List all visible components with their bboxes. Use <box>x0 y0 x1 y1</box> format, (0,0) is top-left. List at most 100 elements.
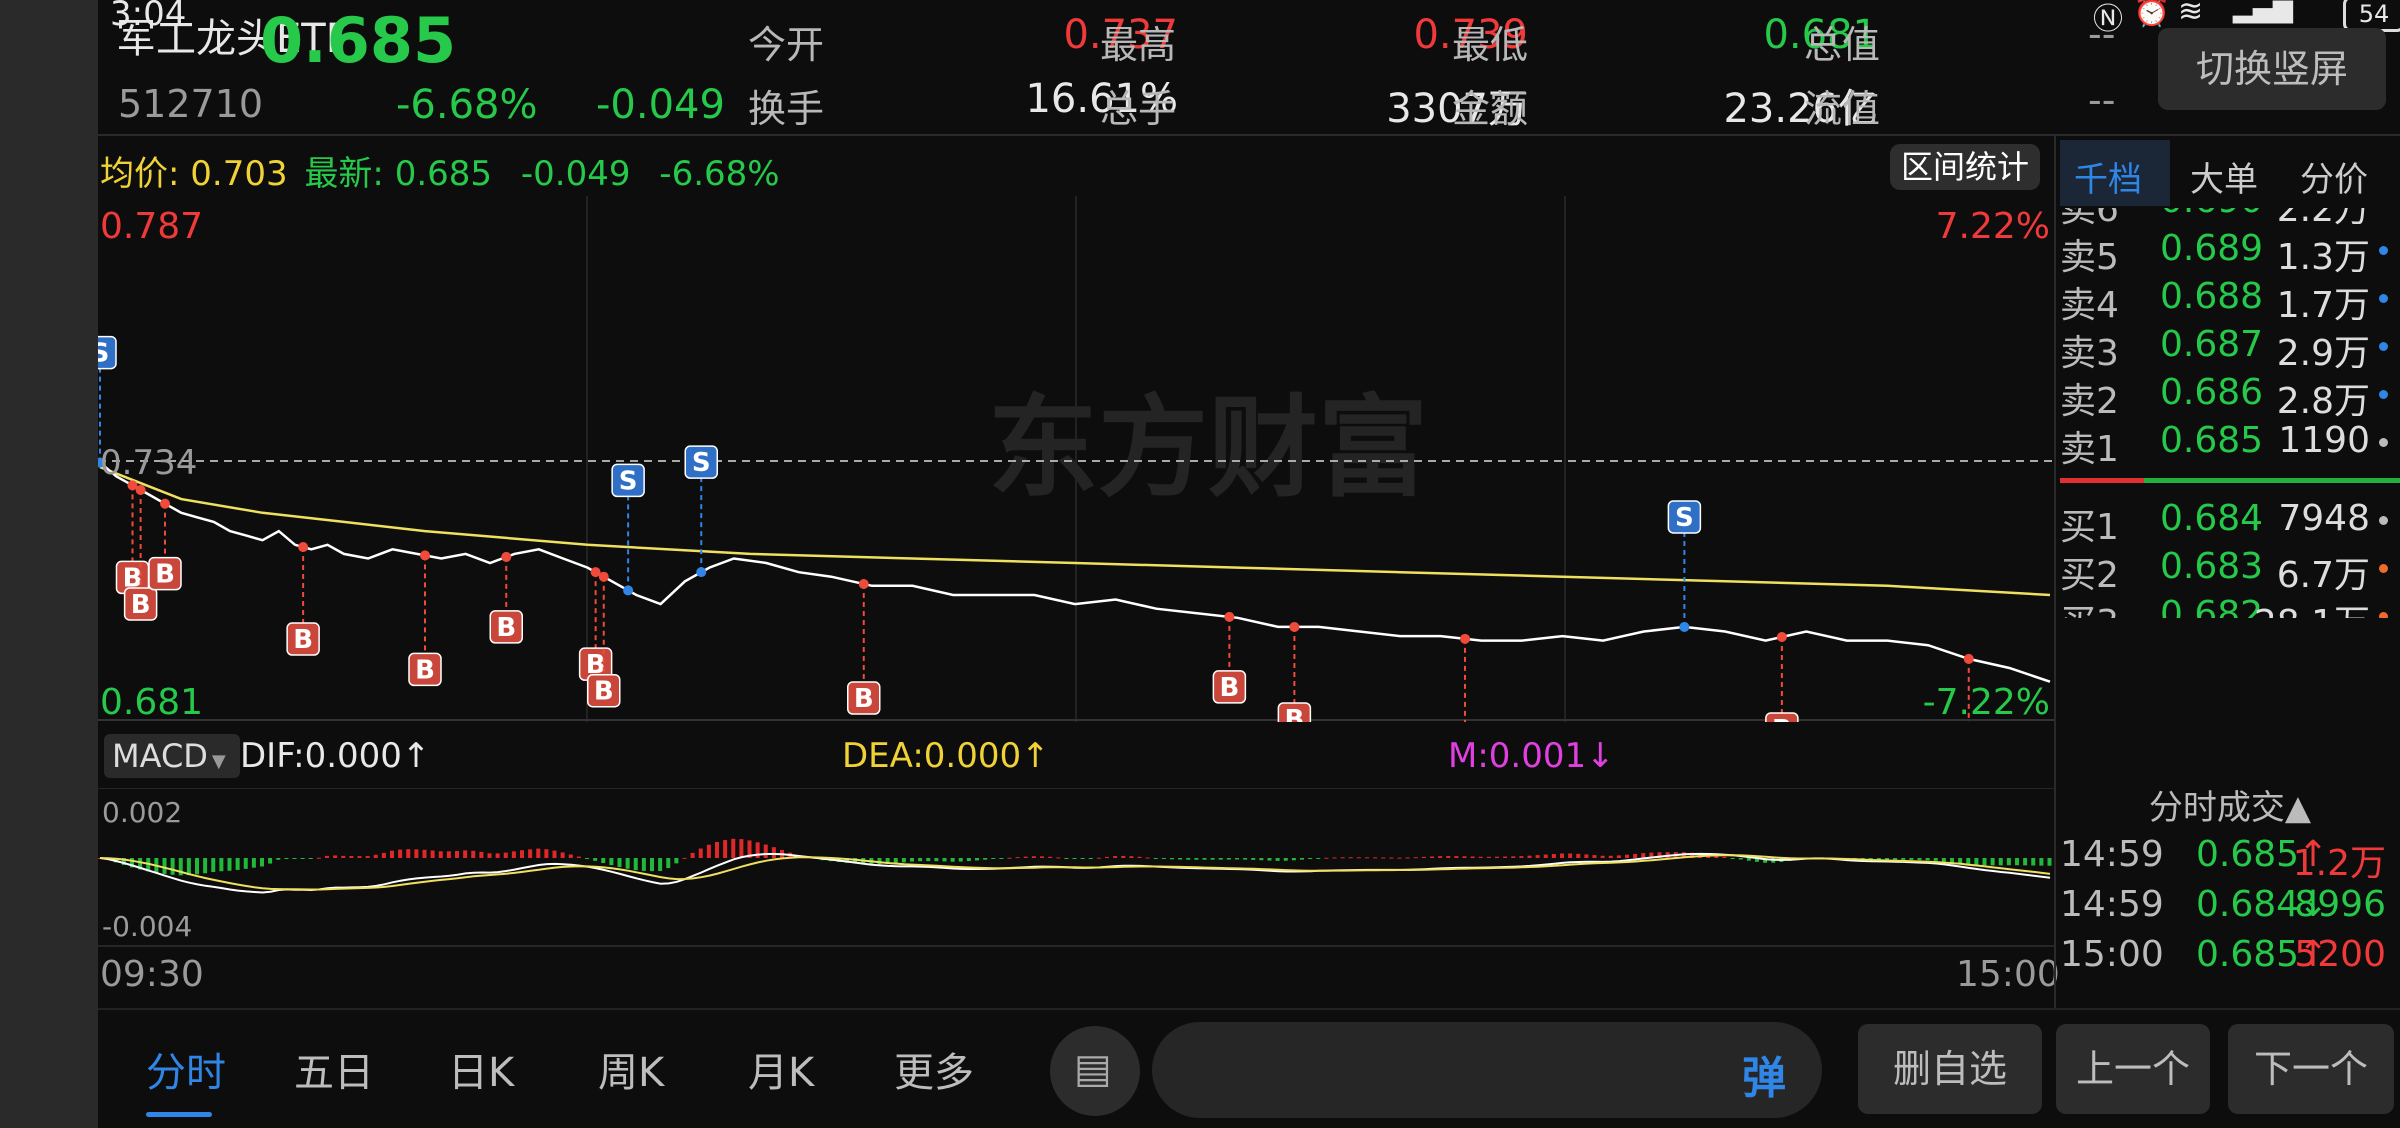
macd-bar <box>975 858 979 861</box>
switch-portrait-button[interactable]: 切换竖屏 <box>2158 28 2386 110</box>
bid-row[interactable]: 买3 0.68228.1万 <box>2060 594 2390 618</box>
macd-bar <box>1226 858 1231 860</box>
bid-label: 买1 <box>2060 507 2119 548</box>
bid-row[interactable]: 买2 0.683 6.7万 <box>2060 546 2390 596</box>
macd-bar <box>268 858 273 864</box>
pct-bottom-label: -7.22% <box>1923 682 2050 722</box>
macd-bar <box>1080 858 1085 859</box>
macd-bar <box>1503 856 1508 858</box>
macd-bar <box>162 858 167 874</box>
macd-bar <box>227 858 232 871</box>
tab-yuek[interactable]: 月K <box>748 1040 814 1098</box>
macd-bar <box>1251 858 1256 860</box>
macd-bar <box>1413 857 1418 859</box>
macd-bar <box>2015 858 2019 866</box>
macd-bar <box>1064 858 1069 859</box>
trade-volume: 8996 <box>2294 884 2386 925</box>
intraday-chart[interactable]: 东方财富 SBBBBBBBBSSBBBBSBB 0.787 0.734 0.68… <box>98 196 2054 722</box>
macd-bar <box>219 858 224 872</box>
macd-bar <box>1218 858 1223 860</box>
marker-letter: B <box>496 613 516 643</box>
marker-letter: B <box>415 655 435 685</box>
avg-value: 0.703 <box>190 154 288 194</box>
macd-bar <box>1462 856 1467 858</box>
macd-bar <box>365 856 370 858</box>
tab-more[interactable]: 更多 <box>894 1040 974 1098</box>
macd-bar <box>1746 858 1751 861</box>
bid-price: 0.682 <box>2160 594 2264 618</box>
total-cap-label: 总值 <box>1804 23 1881 67</box>
wifi-icon: ≋ <box>2178 0 2204 29</box>
macd-bar <box>1470 856 1475 858</box>
macd-bar <box>1941 858 1946 862</box>
danmu-icon[interactable]: 弹 <box>1742 1042 1786 1106</box>
macd-selector[interactable]: MACD ▼ <box>104 734 240 778</box>
float-cap-value: -- <box>2088 78 2116 122</box>
ask-row[interactable]: 卖3 0.687 2.9万 <box>2060 324 2390 374</box>
macd-bar <box>438 851 443 858</box>
macd-bar <box>1137 856 1142 858</box>
macd-bar <box>1040 856 1044 858</box>
amount-label: 金额 <box>1452 87 1529 131</box>
macd-bar <box>641 858 646 871</box>
macd-bar <box>674 858 679 864</box>
macd-bar <box>1625 854 1629 858</box>
macd-bar <box>1373 857 1378 859</box>
macd-bar <box>471 850 476 858</box>
turnover-label: 换手 <box>748 87 825 131</box>
tab-rik[interactable]: 日K <box>448 1040 514 1098</box>
macd-bar <box>1105 856 1109 858</box>
ask-row[interactable]: 卖60.6902.2万 <box>2060 208 2390 230</box>
depth-bar <box>2060 478 2400 483</box>
macd-bar <box>446 851 451 858</box>
marker-dot <box>420 550 430 561</box>
macd-bar <box>373 854 378 858</box>
macd-bar <box>1113 856 1118 858</box>
ask-row[interactable]: 卖1 0.685 1190 <box>2060 420 2390 470</box>
macd-bar <box>1186 858 1191 860</box>
macd-bar <box>560 852 565 858</box>
macd-bar <box>1421 856 1426 858</box>
macd-bar <box>650 858 654 872</box>
trades-title[interactable]: 分时成交▲ <box>2060 780 2400 829</box>
ask-volume: 1.3万 <box>2276 237 2370 278</box>
marker-dot <box>598 571 609 582</box>
next-stock-button[interactable]: 下一个 <box>2228 1024 2394 1114</box>
trade-price: 0.685 <box>2196 934 2300 975</box>
marker-letter: B <box>1772 715 1792 722</box>
ask-row[interactable]: 卖2 0.686 2.8万 <box>2060 372 2390 422</box>
bid-price: 0.684 <box>2160 498 2264 539</box>
tab-dadan[interactable]: 大单 <box>2190 152 2258 201</box>
macd-bar <box>487 853 492 858</box>
time-start: 09:30 <box>100 954 204 995</box>
macd-bar <box>1161 858 1166 859</box>
prev-stock-button[interactable]: 上一个 <box>2056 1024 2210 1114</box>
remove-watchlist-button[interactable]: 删自选 <box>1858 1024 2042 1114</box>
range-stats-button[interactable]: 区间统计 <box>1890 144 2040 190</box>
ask-row[interactable]: 卖5 0.689 1.3万 <box>2060 228 2390 278</box>
macd-bar <box>349 856 354 858</box>
comment-input[interactable]: 弹 <box>1152 1022 1822 1118</box>
y-top-label: 0.787 <box>100 206 203 247</box>
danmu-settings-button[interactable]: ▤ <box>1050 1026 1140 1116</box>
tab-qiandang[interactable]: 千档 <box>2074 152 2142 201</box>
macd-bar <box>1641 853 1646 858</box>
tab-zhouk[interactable]: 周K <box>598 1040 664 1098</box>
stock-app: 军工龙头ETF 3:04 0.685 512710 -6.68% -0.049 … <box>98 0 2400 1128</box>
header-change: -0.049 <box>596 82 725 128</box>
tab-fenjia[interactable]: 分价 <box>2300 152 2368 201</box>
macd-bar <box>698 848 703 858</box>
tab-wuri[interactable]: 五日 <box>294 1040 374 1098</box>
ask-label: 卖1 <box>2060 429 2119 470</box>
marker-letter: S <box>98 339 109 369</box>
tab-fenshi[interactable]: 分时 <box>146 1040 226 1098</box>
macd-bar <box>357 856 362 858</box>
macd-bar <box>576 856 581 858</box>
stock-code: 512710 <box>118 82 264 126</box>
ask-row[interactable]: 卖4 0.688 1.7万 <box>2060 276 2390 326</box>
macd-bar <box>341 855 346 858</box>
bid-row[interactable]: 买1 0.684 7948 <box>2060 498 2390 548</box>
macd-bar <box>1324 857 1329 859</box>
trade-row: 14:59 0.684 ↓ 8996 <box>2060 884 2390 930</box>
marker-letter: B <box>1284 705 1304 722</box>
